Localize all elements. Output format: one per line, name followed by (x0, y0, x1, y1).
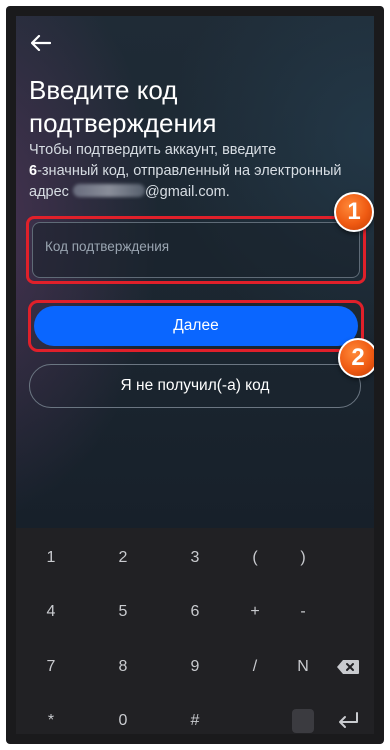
key-7[interactable]: 7 (26, 647, 76, 687)
key-star[interactable]: * (26, 701, 76, 734)
key-n[interactable]: N (278, 647, 328, 687)
key-empty-3 (230, 701, 280, 734)
key-empty-2 (326, 592, 366, 632)
key-minus[interactable]: - (278, 592, 328, 632)
phone-frame: Введите код подтверждения Чтобы подтверд… (6, 6, 384, 744)
key-plus[interactable]: + (230, 592, 280, 632)
digit-count: 6 (29, 163, 38, 179)
key-hash[interactable]: # (170, 701, 220, 734)
enter-icon (339, 712, 358, 728)
key-empty-1 (326, 538, 366, 578)
resend-code-button[interactable]: Я не получил(-а) код (29, 364, 361, 408)
page-title: Введите код подтверждения (29, 75, 217, 138)
key-4[interactable]: 4 (26, 592, 76, 632)
key-9[interactable]: 9 (170, 647, 220, 687)
key-3[interactable]: 3 (170, 538, 220, 578)
key-backspace[interactable] (328, 647, 368, 687)
highlight-frame-2: Далее (28, 300, 364, 352)
code-input-placeholder: Код подтверждения (45, 239, 170, 254)
key-slash[interactable]: / (230, 647, 280, 687)
verification-screen: Введите код подтверждения Чтобы подтверд… (16, 16, 374, 528)
blank-key-shape (292, 709, 314, 733)
backspace-icon (337, 660, 359, 674)
key-blank[interactable] (278, 701, 328, 734)
numeric-keyboard: 1 2 3 ( ) 4 5 6 + - 7 8 9 / N * 0 # (16, 528, 374, 734)
back-button[interactable] (26, 30, 56, 56)
instruction-text: Чтобы подтвердить аккаунт, введите 6-зна… (29, 140, 369, 203)
next-button[interactable]: Далее (34, 306, 358, 346)
key-paren-left[interactable]: ( (230, 538, 280, 578)
arrow-left-icon (31, 35, 51, 51)
highlight-frame-1: Код подтверждения (26, 216, 366, 284)
key-8[interactable]: 8 (98, 647, 148, 687)
key-1[interactable]: 1 (26, 538, 76, 578)
step-badge-1: 1 (334, 192, 374, 232)
step-badge-2: 2 (338, 338, 374, 378)
key-0[interactable]: 0 (98, 701, 148, 734)
key-enter[interactable] (328, 701, 368, 734)
key-2[interactable]: 2 (98, 538, 148, 578)
instruction-part1: Чтобы подтвердить аккаунт, введите (29, 142, 277, 158)
key-paren-right[interactable]: ) (278, 538, 328, 578)
key-5[interactable]: 5 (98, 592, 148, 632)
key-6[interactable]: 6 (170, 592, 220, 632)
email-domain: @gmail.com. (144, 184, 230, 200)
verification-code-input[interactable]: Код подтверждения (32, 222, 360, 278)
masked-email (72, 184, 145, 197)
screen: Введите код подтверждения Чтобы подтверд… (16, 16, 374, 734)
